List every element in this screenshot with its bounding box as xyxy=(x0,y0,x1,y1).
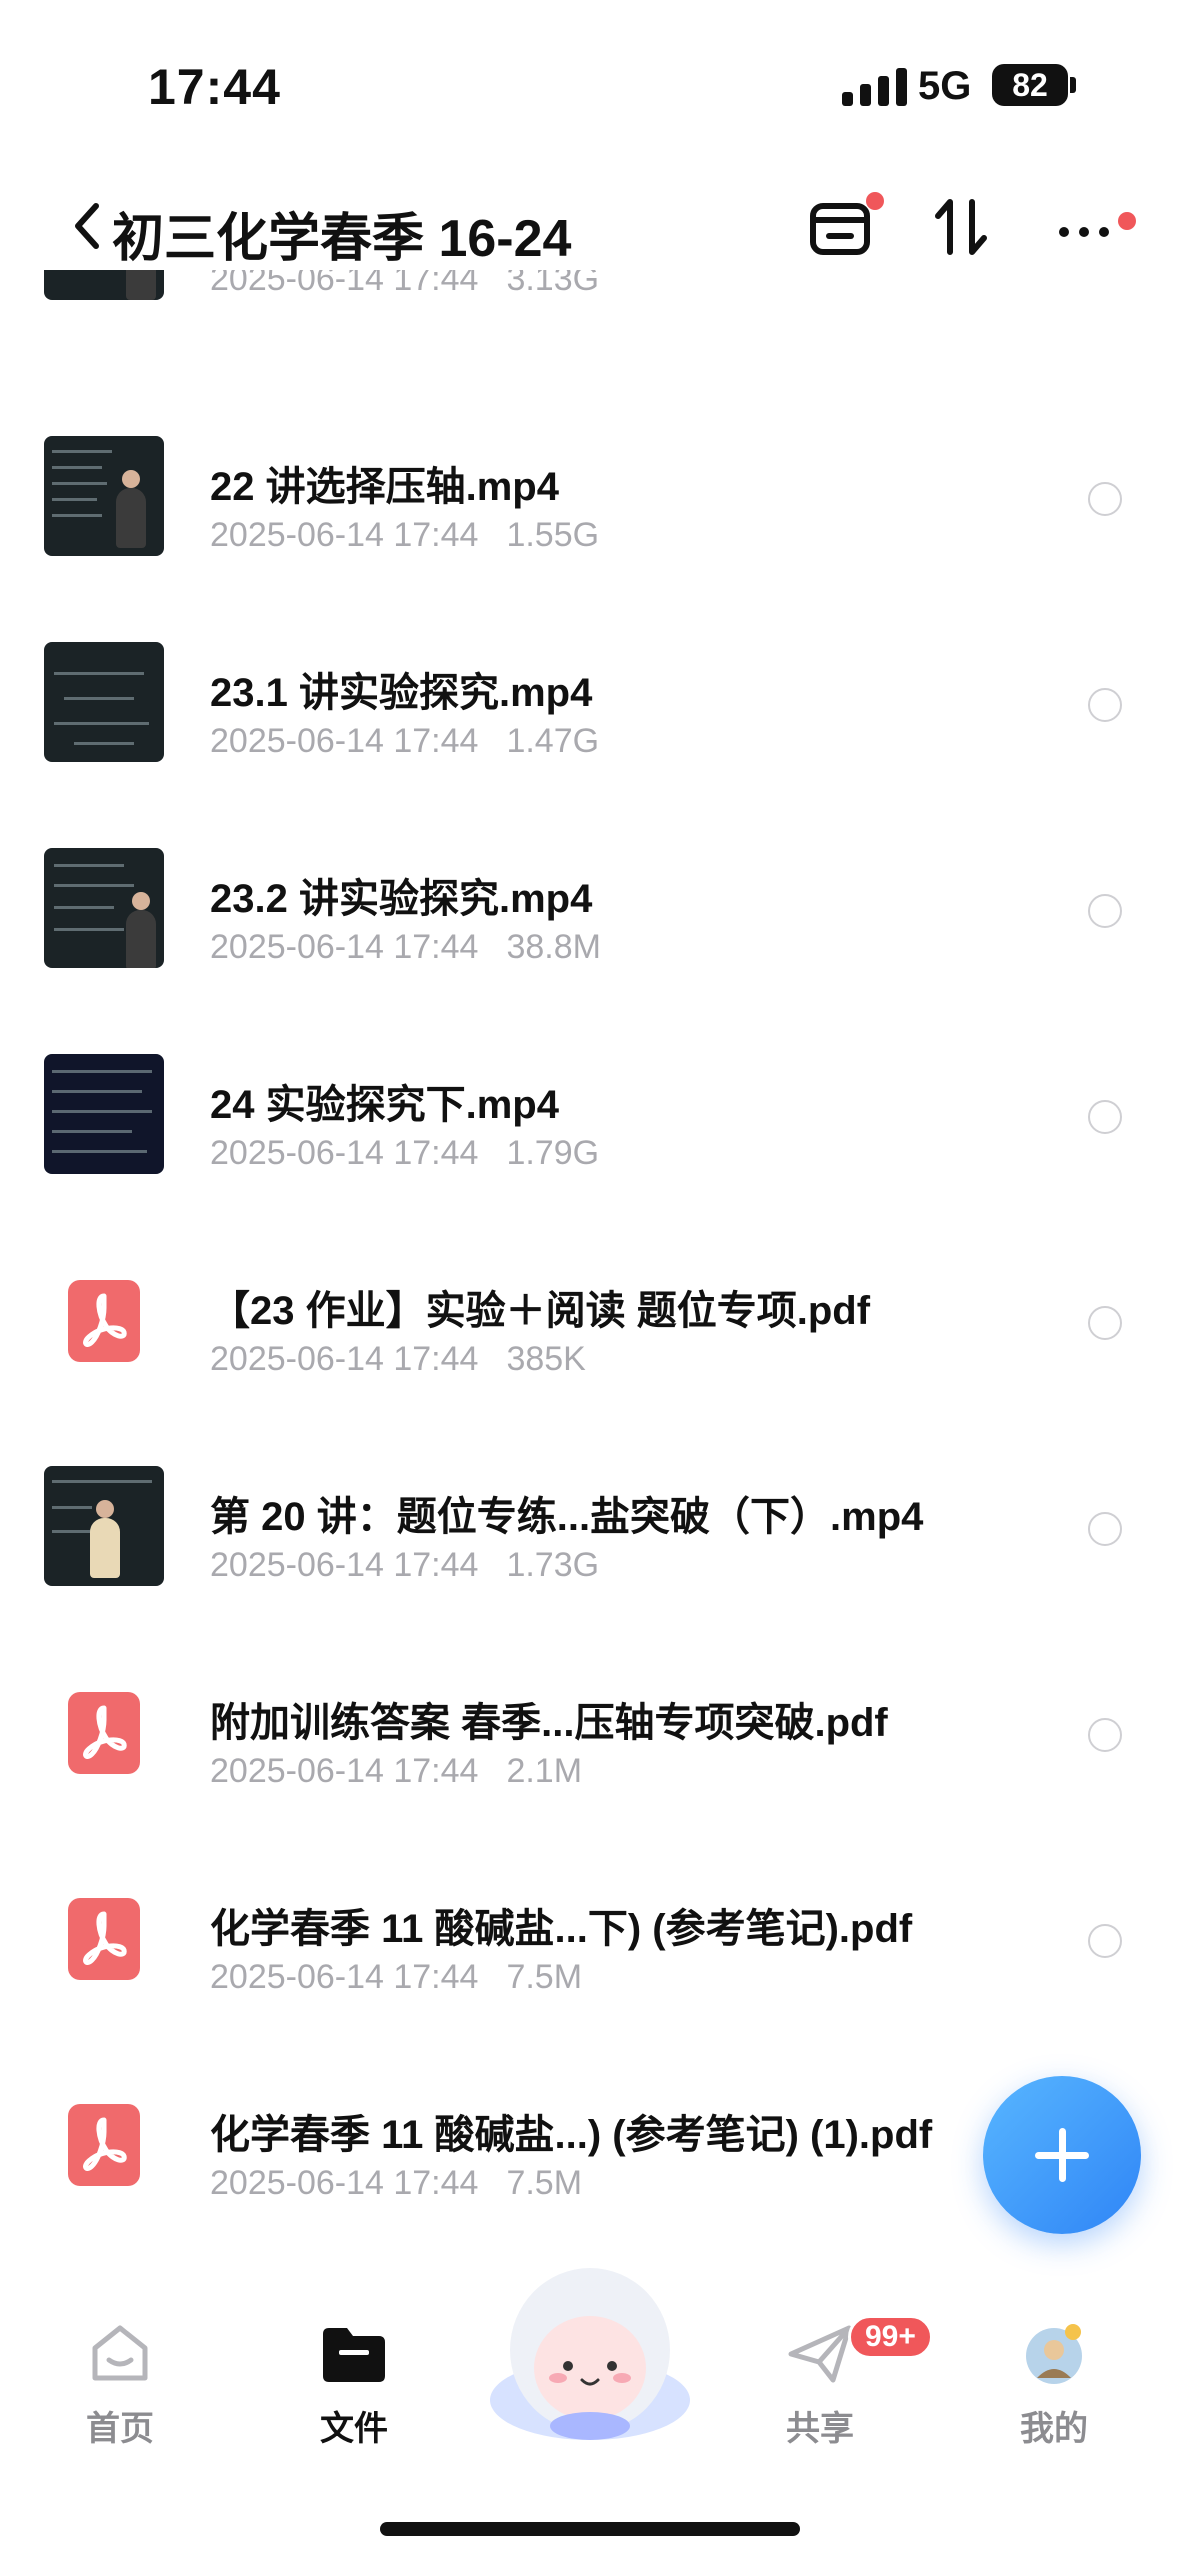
tab-files[interactable]: 文件 xyxy=(274,2320,434,2450)
paper-plane-icon xyxy=(788,2325,852,2383)
pdf-icon xyxy=(68,1692,140,1774)
home-icon xyxy=(92,2325,148,2381)
network-type: 5G xyxy=(918,64,972,108)
select-checkbox[interactable] xyxy=(1088,688,1122,722)
file-name: 23.2 讲实验探究.mp4 xyxy=(210,877,593,921)
pdf-icon xyxy=(68,2104,140,2186)
file-name: 【23 作业】实验＋阅读 题位专项.pdf xyxy=(210,1289,871,1333)
status-time: 17:44 xyxy=(148,59,281,115)
file-list: 2025-06-14 17:44 3.13G 22 讲选择压轴.mp4 2025-… xyxy=(0,270,1180,2220)
select-checkbox[interactable] xyxy=(1088,1512,1122,1546)
battery-tip xyxy=(1070,77,1076,93)
file-date: 2025-06-14 17:44 xyxy=(210,722,479,760)
notification-dot xyxy=(1118,212,1136,230)
file-size: 1.55G xyxy=(506,516,600,554)
file-size: 3.13G xyxy=(506,270,600,298)
file-name: 22 讲选择压轴.mp4 xyxy=(210,465,559,509)
file-size: 38.8M xyxy=(506,928,601,966)
pdf-icon xyxy=(68,1898,140,1980)
list-item[interactable]: 23.1 讲实验探究.mp4 2025-06-14 17:44 1.47G xyxy=(0,622,1180,828)
file-size: 1.79G xyxy=(506,1134,600,1172)
file-date: 2025-06-14 17:44 xyxy=(210,270,479,298)
sort-icon xyxy=(935,199,987,255)
notification-badge: 99+ xyxy=(848,2315,933,2359)
file-size: 385K xyxy=(506,1340,586,1378)
list-item[interactable]: 第 20 讲：题位专练...盐突破（下）.mp4 2025-06-14 17:4… xyxy=(0,1446,1180,1652)
select-checkbox[interactable] xyxy=(1088,1306,1122,1340)
list-item[interactable]: 化学春季 11 酸碱盐...下) (参考笔记).pdf 2025-06-14 1… xyxy=(0,1858,1180,2064)
file-size: 1.73G xyxy=(506,1546,600,1584)
status-bar: 17:44 5G 82 xyxy=(0,0,1180,170)
video-thumbnail xyxy=(44,1054,164,1174)
select-checkbox[interactable] xyxy=(1088,1100,1122,1134)
file-name: 23.1 讲实验探究.mp4 xyxy=(210,671,593,715)
video-thumbnail xyxy=(44,270,164,300)
sort-button[interactable] xyxy=(928,192,998,262)
select-checkbox[interactable] xyxy=(1088,1718,1122,1752)
tab-home[interactable]: 首页 xyxy=(40,2320,200,2450)
list-item[interactable]: 22 讲选择压轴.mp4 2025-06-14 17:44 1.55G xyxy=(0,416,1180,622)
add-button[interactable] xyxy=(983,2076,1141,2234)
video-thumbnail xyxy=(44,1466,164,1586)
select-checkbox[interactable] xyxy=(1088,482,1122,516)
file-date: 2025-06-14 17:44 xyxy=(210,928,479,966)
video-thumbnail xyxy=(44,642,164,762)
select-checkbox[interactable] xyxy=(1088,894,1122,928)
file-name: 24 实验探究下.mp4 xyxy=(210,1083,559,1127)
video-thumbnail xyxy=(44,436,164,556)
file-size: 2.1M xyxy=(506,1752,583,1790)
file-name: 化学春季 11 酸碱盐...下) (参考笔记).pdf xyxy=(210,1907,913,1951)
header: 初三化学春季 16-24 xyxy=(0,170,1180,280)
tab-bar: 首页 文件 共享 99+ 我的 xyxy=(0,2268,1180,2556)
list-item[interactable]: 附加训练答案 春季...压轴专项突破.pdf 2025-06-14 17:44 2… xyxy=(0,1652,1180,1858)
video-thumbnail xyxy=(44,848,164,968)
assistant-mascot[interactable] xyxy=(478,2250,702,2450)
tab-files-label: 文件 xyxy=(320,2410,388,2448)
folder-icon xyxy=(323,2328,385,2382)
file-date: 2025-06-14 17:44 xyxy=(210,1340,479,1378)
more-button[interactable] xyxy=(1052,192,1136,262)
file-size: 7.5M xyxy=(506,2164,583,2202)
mascot-icon xyxy=(490,2268,690,2440)
file-date: 2025-06-14 17:44 xyxy=(210,516,479,554)
list-item[interactable]: 【23 作业】实验＋阅读 题位专项.pdf 2025-06-14 17:44 38… xyxy=(0,1240,1180,1446)
list-item[interactable]: 2025-06-14 17:44 3.13G xyxy=(0,270,1180,366)
list-item[interactable]: 24 实验探究下.mp4 2025-06-14 17:44 1.79G xyxy=(0,1034,1180,1240)
file-size: 7.5M xyxy=(506,1958,583,1996)
back-button[interactable] xyxy=(64,196,114,256)
transfer-list-button[interactable] xyxy=(805,192,884,262)
notification-dot xyxy=(866,192,884,210)
file-date: 2025-06-14 17:44 xyxy=(210,1958,479,1996)
tab-me-label: 我的 xyxy=(1020,2410,1088,2448)
more-icon xyxy=(1059,227,1109,237)
tab-share-label: 共享 xyxy=(786,2410,854,2448)
tray-icon xyxy=(810,203,870,255)
select-checkbox[interactable] xyxy=(1088,1924,1122,1958)
page-title: 初三化学春季 16-24 xyxy=(112,210,572,268)
file-date: 2025-06-14 17:44 xyxy=(210,1752,479,1790)
list-item[interactable]: 23.2 讲实验探究.mp4 2025-06-14 17:44 38.8M xyxy=(0,828,1180,1034)
file-name: 化学春季 11 酸碱盐...) (参考笔记) (1).pdf xyxy=(210,2113,933,2157)
home-indicator xyxy=(380,2522,800,2536)
avatar xyxy=(1026,2324,1082,2384)
tab-home-label: 首页 xyxy=(86,2410,154,2448)
file-name: 第 20 讲：题位专练...盐突破（下）.mp4 xyxy=(210,1495,924,1539)
file-size: 1.47G xyxy=(506,722,600,760)
pdf-icon xyxy=(68,1280,140,1362)
file-date: 2025-06-14 17:44 xyxy=(210,2164,479,2202)
file-name: 附加训练答案 春季...压轴专项突破.pdf xyxy=(210,1701,888,1745)
file-date: 2025-06-14 17:44 xyxy=(210,1546,479,1584)
file-date: 2025-06-14 17:44 xyxy=(210,1134,479,1172)
signal-icon xyxy=(842,66,907,106)
battery-icon: 82 xyxy=(992,64,1068,106)
tab-me[interactable]: 我的 xyxy=(974,2320,1134,2450)
chevron-left-icon xyxy=(75,203,99,249)
